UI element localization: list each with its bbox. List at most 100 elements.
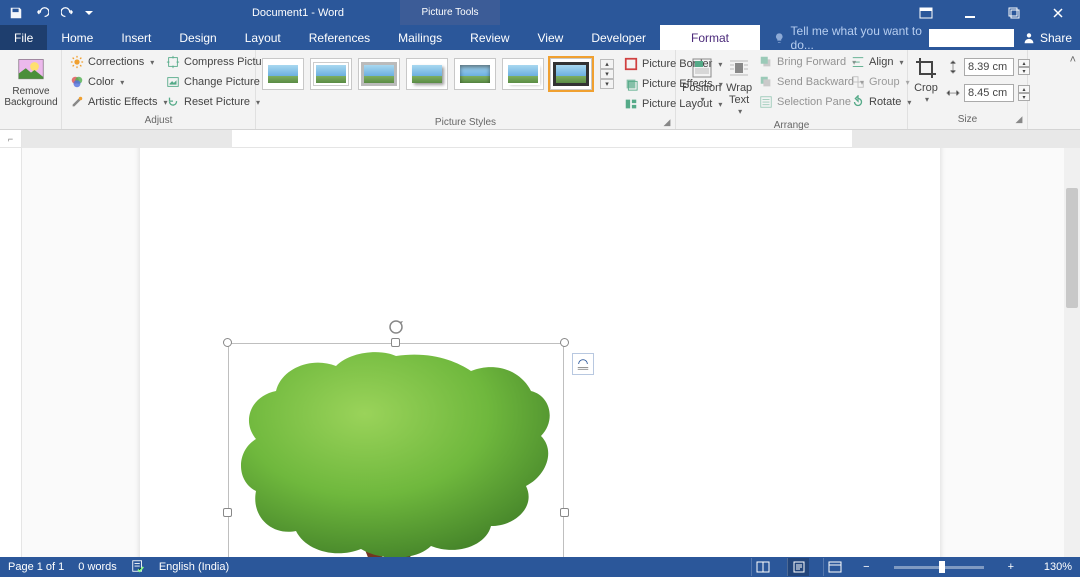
share-button[interactable]: Share [1022, 31, 1072, 45]
tab-view[interactable]: View [524, 25, 578, 50]
zoom-out-button[interactable]: − [859, 561, 873, 573]
group-picture-styles-label: Picture Styles◢ [256, 116, 675, 129]
share-label: Share [1040, 31, 1072, 45]
compress-pictures-button[interactable]: Compress Pictures [164, 52, 260, 72]
tab-home[interactable]: Home [47, 25, 107, 50]
redo-button[interactable] [56, 2, 80, 24]
group-size-label: Size◢ [908, 113, 1027, 129]
spell-check-button[interactable] [131, 559, 145, 576]
tab-mailings[interactable]: Mailings [384, 25, 456, 50]
reset-picture-button[interactable]: Reset Picture▾ [164, 92, 260, 112]
proofing-icon [131, 559, 145, 573]
picture-style-6[interactable] [502, 58, 544, 90]
zoom-level[interactable]: 130% [1032, 561, 1072, 573]
remove-background-label: Remove Background [4, 86, 57, 108]
collapse-ribbon-button[interactable]: ˄ [1070, 54, 1076, 66]
chevron-down-icon: ▾ [120, 78, 124, 87]
size-launcher[interactable]: ◢ [1013, 114, 1025, 126]
selected-picture[interactable] [228, 343, 564, 557]
selection-pane-button[interactable]: Selection Pane [757, 92, 849, 112]
wrap-text-icon [727, 56, 751, 80]
tab-insert[interactable]: Insert [107, 25, 165, 50]
tell-me-placeholder: Tell me what you want to do... [791, 24, 929, 52]
scrollbar-thumb[interactable] [1066, 188, 1078, 308]
corrections-button[interactable]: Corrections▾ [68, 52, 164, 72]
send-backward-button[interactable]: Send Backward▾ [757, 72, 849, 92]
lightbulb-icon [774, 32, 785, 44]
minimize-button[interactable] [948, 0, 992, 25]
qat-customize-dropdown[interactable] [82, 2, 96, 24]
position-icon [690, 56, 714, 80]
tab-file[interactable]: File [0, 25, 47, 50]
chevron-down-icon: ▾ [150, 58, 154, 67]
save-button[interactable] [4, 2, 28, 24]
shape-width-input[interactable]: 8.45 cm [964, 84, 1014, 102]
page-indicator[interactable]: Page 1 of 1 [8, 561, 64, 573]
bring-forward-button[interactable]: Bring Forward▾ [757, 52, 849, 72]
group-button[interactable]: Group▾ [849, 72, 901, 92]
ribbon: Remove Background Corrections▾ Color▾ Ar… [0, 50, 1080, 130]
ruler-corner[interactable]: ⌐ [0, 130, 22, 147]
picture-style-4[interactable] [406, 58, 448, 90]
share-area: Share [929, 25, 1080, 50]
document-area [0, 148, 1080, 557]
color-button[interactable]: Color▾ [68, 72, 164, 92]
picture-styles-launcher[interactable]: ◢ [661, 117, 673, 129]
status-bar: Page 1 of 1 0 words English (India) − + … [0, 557, 1080, 577]
language-indicator[interactable]: English (India) [159, 561, 229, 573]
layout-options-button[interactable] [572, 353, 594, 375]
picture-style-3[interactable] [358, 58, 400, 90]
crop-icon [914, 56, 938, 80]
picture-style-5[interactable] [454, 58, 496, 90]
artistic-effects-button[interactable]: Artistic Effects▾ [68, 92, 164, 112]
view-web-layout[interactable] [823, 558, 845, 576]
undo-button[interactable] [30, 2, 54, 24]
tab-references[interactable]: References [295, 25, 384, 50]
tab-layout[interactable]: Layout [231, 25, 295, 50]
zoom-in-button[interactable]: + [1004, 561, 1018, 573]
gallery-expand[interactable]: ▾ [600, 79, 614, 89]
compress-icon [166, 55, 180, 69]
window-controls [904, 0, 1080, 25]
chevron-down-icon: ▾ [738, 108, 742, 117]
ribbon-display-options-button[interactable] [904, 0, 948, 25]
change-picture-button[interactable]: Change Picture [164, 72, 260, 92]
group-icon [851, 75, 865, 89]
wrap-text-button[interactable]: Wrap Text▾ [721, 52, 757, 117]
view-print-layout[interactable] [787, 558, 809, 576]
tab-format[interactable]: Format [660, 25, 760, 50]
word-count[interactable]: 0 words [78, 561, 117, 573]
scrollbar-vertical[interactable] [1064, 148, 1080, 557]
artistic-icon [70, 95, 84, 109]
shape-height-input[interactable]: 8.39 cm [964, 58, 1014, 76]
position-button[interactable]: Position▾ [682, 52, 721, 105]
picture-style-1[interactable] [262, 58, 304, 90]
gallery-scroll-down[interactable]: ▾ [600, 69, 614, 79]
color-icon [70, 75, 84, 89]
tab-review[interactable]: Review [456, 25, 523, 50]
share-icon [1022, 31, 1036, 45]
close-button[interactable] [1036, 0, 1080, 25]
align-button[interactable]: Align▾ [849, 52, 901, 72]
send-backward-icon [759, 75, 773, 89]
search-input[interactable] [929, 29, 1014, 47]
zoom-slider-thumb[interactable] [939, 561, 945, 573]
rotate-handle[interactable] [388, 319, 404, 340]
rotate-button[interactable]: Rotate▾ [849, 92, 901, 112]
change-picture-icon [166, 75, 180, 89]
crop-button[interactable]: Crop▾ [914, 52, 938, 105]
tell-me-search[interactable]: Tell me what you want to do... [760, 25, 929, 50]
tab-developer[interactable]: Developer [577, 25, 660, 50]
picture-style-2[interactable] [310, 58, 352, 90]
maximize-button[interactable] [992, 0, 1036, 25]
gallery-scroll-up[interactable]: ▴ [600, 59, 614, 69]
tab-design[interactable]: Design [165, 25, 230, 50]
rotate-icon [851, 95, 865, 109]
group-adjust-label: Adjust [62, 114, 255, 129]
reset-icon [166, 95, 180, 109]
remove-background-button[interactable]: Remove Background [6, 52, 56, 108]
zoom-slider[interactable] [894, 566, 984, 569]
picture-style-7[interactable] [550, 58, 592, 90]
width-icon [946, 86, 960, 100]
view-read-mode[interactable] [751, 558, 773, 576]
